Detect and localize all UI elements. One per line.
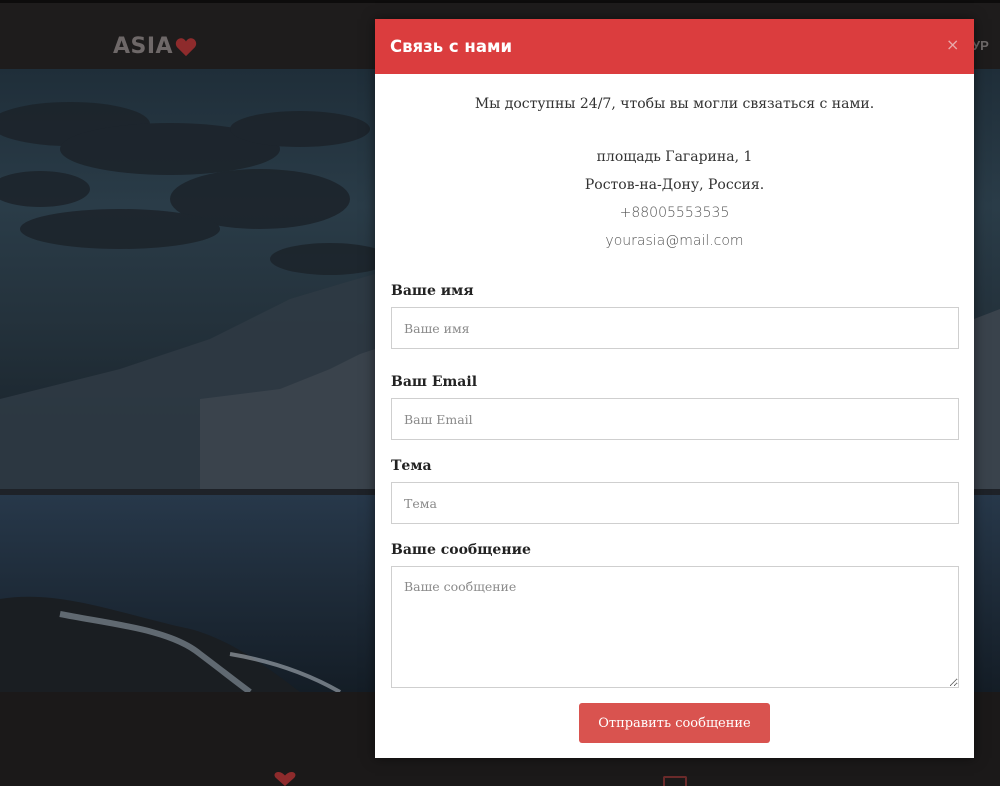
heart-icon — [274, 772, 296, 786]
subject-label: Тема — [391, 458, 432, 474]
logo-text: ASIA — [113, 34, 174, 59]
address-line-1: площадь Гагарина, 1 — [596, 149, 753, 165]
send-message-button[interactable]: Отправить сообщение — [579, 703, 770, 743]
heart-icon — [175, 37, 197, 56]
email-input[interactable] — [391, 398, 959, 440]
site-logo[interactable]: ASIA — [113, 34, 197, 59]
name-input[interactable] — [391, 307, 959, 349]
modal-header: Связь с нами × — [375, 19, 974, 74]
phone-number: +88005553535 — [619, 205, 730, 221]
contact-modal: Связь с нами × Мы доступны 24/7, чтобы в… — [375, 19, 974, 758]
address-line-2: Ростов-на-Дону, Россия. — [584, 177, 765, 193]
name-label: Ваше имя — [391, 283, 474, 299]
availability-text: Мы доступны 24/7, чтобы вы могли связать… — [474, 96, 875, 112]
subject-input[interactable] — [391, 482, 959, 524]
box-icon — [663, 776, 687, 786]
message-label: Ваше сообщение — [391, 542, 531, 558]
modal-title: Связь с нами — [390, 37, 513, 56]
message-textarea[interactable] — [391, 566, 959, 688]
nav-menu-item[interactable]: УР — [972, 38, 989, 53]
close-icon[interactable]: × — [946, 35, 959, 54]
email-label: Ваш Email — [391, 374, 478, 390]
email-address: yourasia@mail.com — [605, 233, 744, 249]
